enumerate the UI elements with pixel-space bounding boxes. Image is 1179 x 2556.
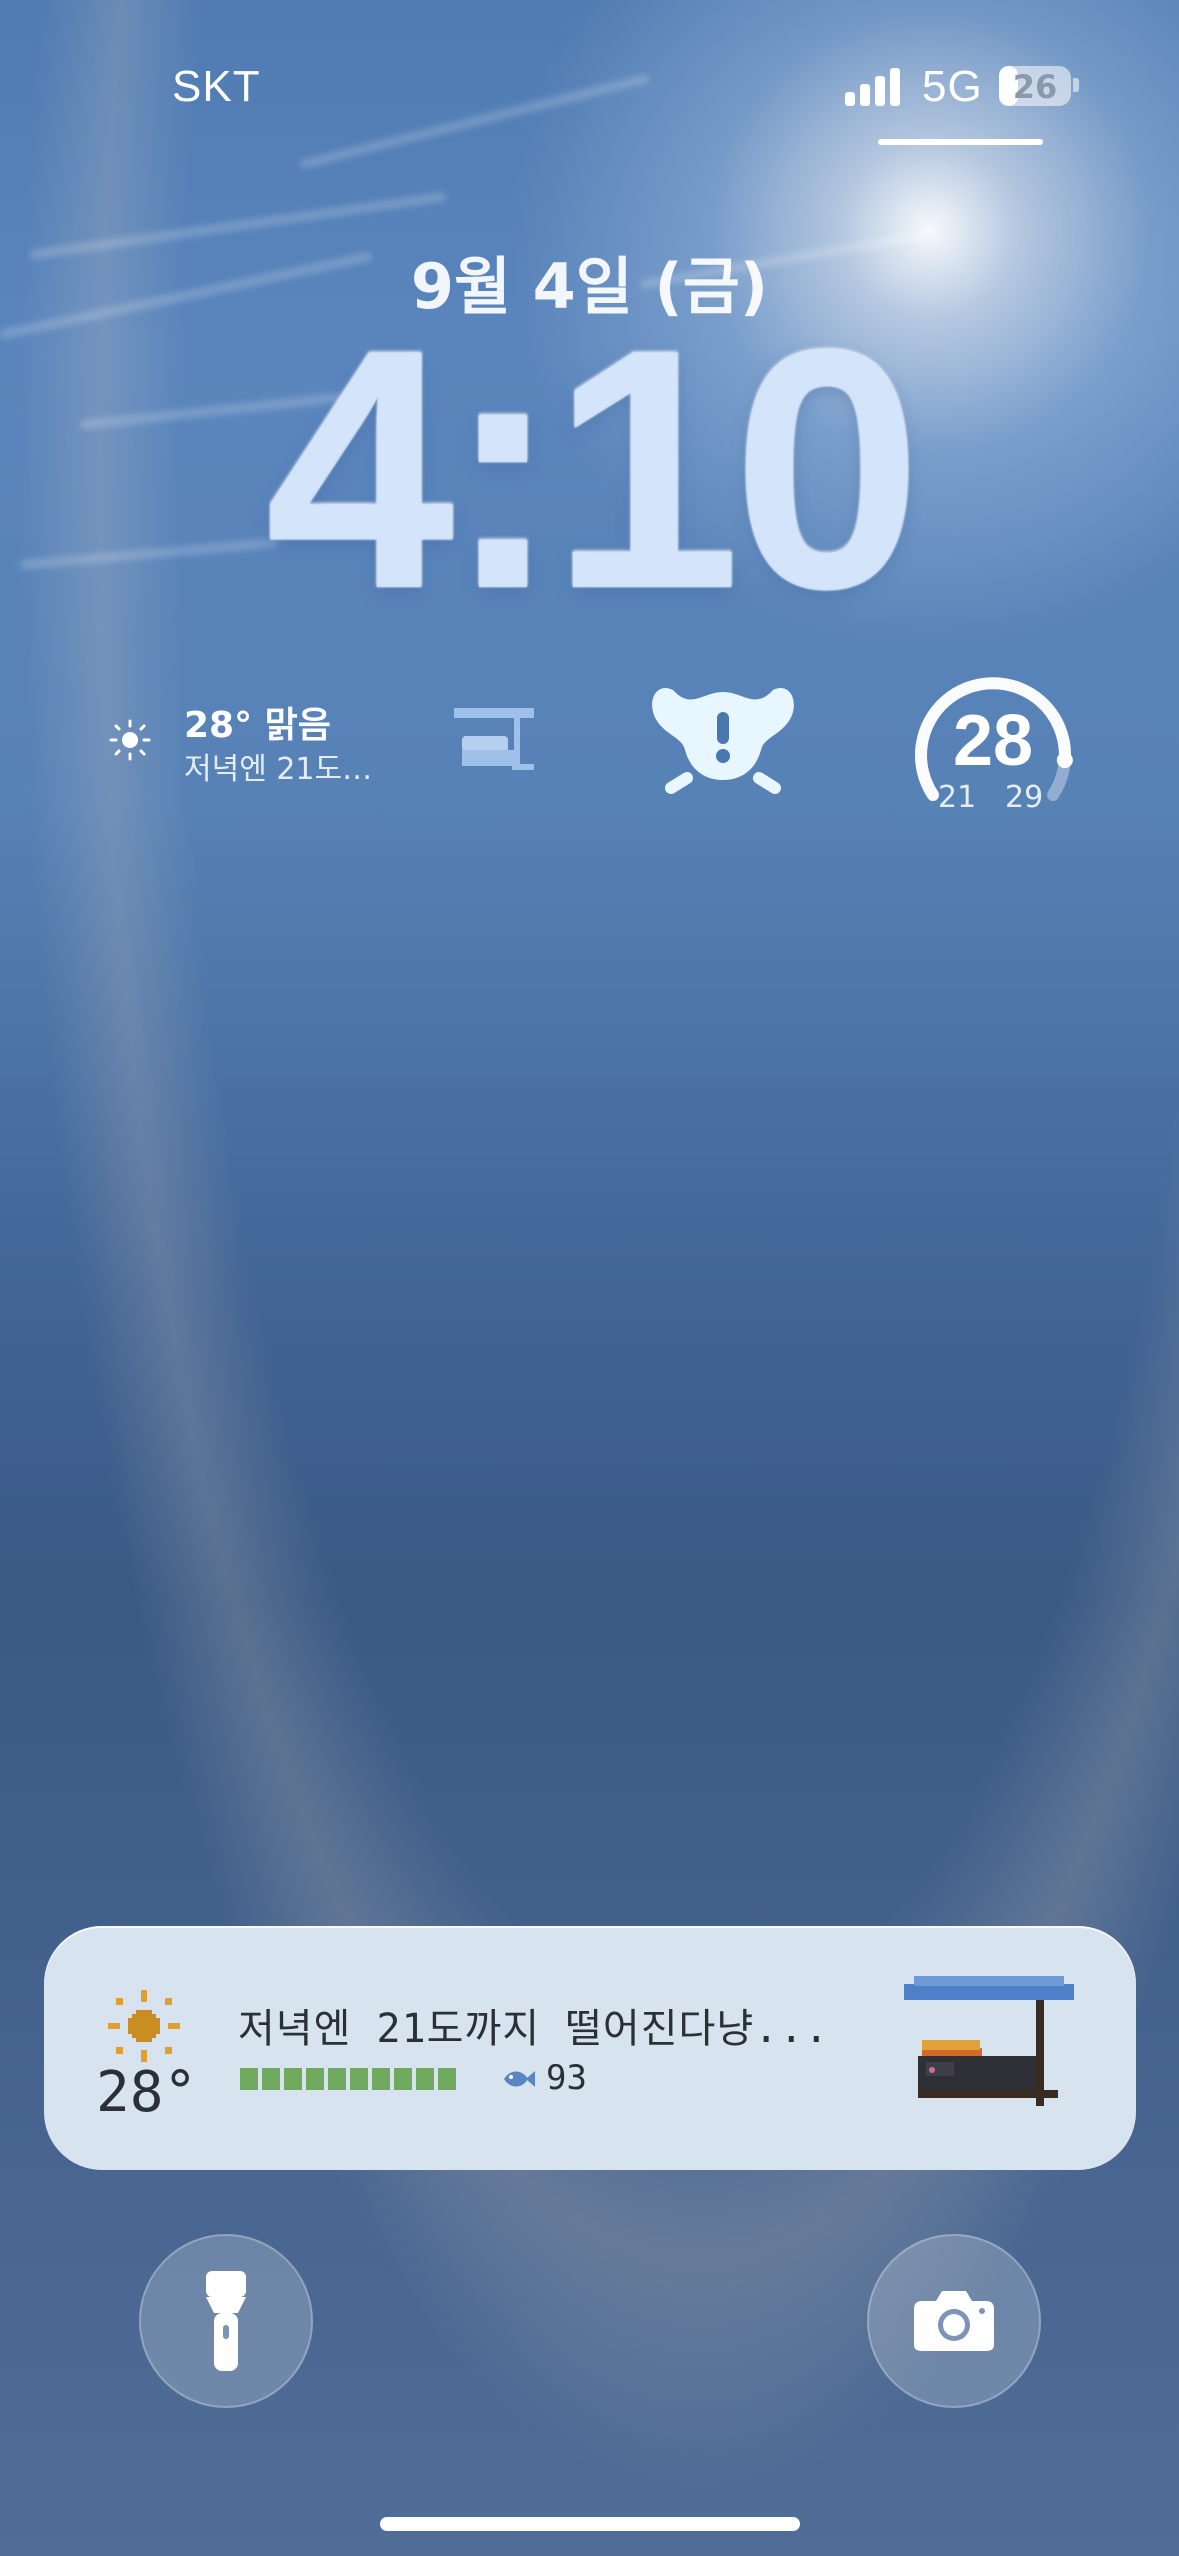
weather-temp: 28° 맑음 [184,705,331,746]
home-indicator[interactable] [380,2517,800,2531]
battery-tip [1073,78,1079,92]
flashlight-button[interactable] [139,2234,313,2408]
fish-icon [504,2071,535,2087]
gauge-low-temp: 21 [938,780,977,815]
progress-segment [438,2068,456,2090]
flashlight-icon [206,2271,246,2371]
network-type-label: 5G [922,62,983,111]
gauge-current-temp: 28 [952,701,1034,781]
battery-icon: 26 [999,66,1071,106]
cloud-streak [298,73,651,170]
battery-percent-label: 26 [1012,68,1058,106]
progress-segment [284,2068,302,2090]
fish-count: 93 [546,2058,587,2098]
progress-bar [240,2068,456,2090]
cat-shelter-icon[interactable] [452,706,536,772]
carrier-label: SKT [172,62,261,111]
camera-button[interactable] [867,2234,1041,2408]
progress-segment [306,2068,324,2090]
lock-clock: 4:10 [265,280,922,660]
progress-segment [262,2068,280,2090]
alert-creature-icon[interactable] [643,670,803,810]
control-center-indicator[interactable] [878,139,1043,145]
live-activity-temp: 28° [96,2060,198,2125]
gauge-high-temp: 29 [1005,780,1044,815]
sun-icon [109,719,151,761]
progress-segment [328,2068,346,2090]
progress-segment [394,2068,412,2090]
weather-desc: 저녁엔 21도… [184,752,373,787]
progress-segment [350,2068,368,2090]
camera-icon [914,2291,994,2351]
cellular-signal-icon [845,66,905,106]
progress-segment [240,2068,258,2090]
progress-segment [372,2068,390,2090]
progress-segment [416,2068,434,2090]
cat-shelter-icon [904,1976,1074,2106]
sun-icon [108,1990,180,2062]
live-activity-message: 저녁엔 21도까지 떨어진다냥... [238,2006,830,2052]
